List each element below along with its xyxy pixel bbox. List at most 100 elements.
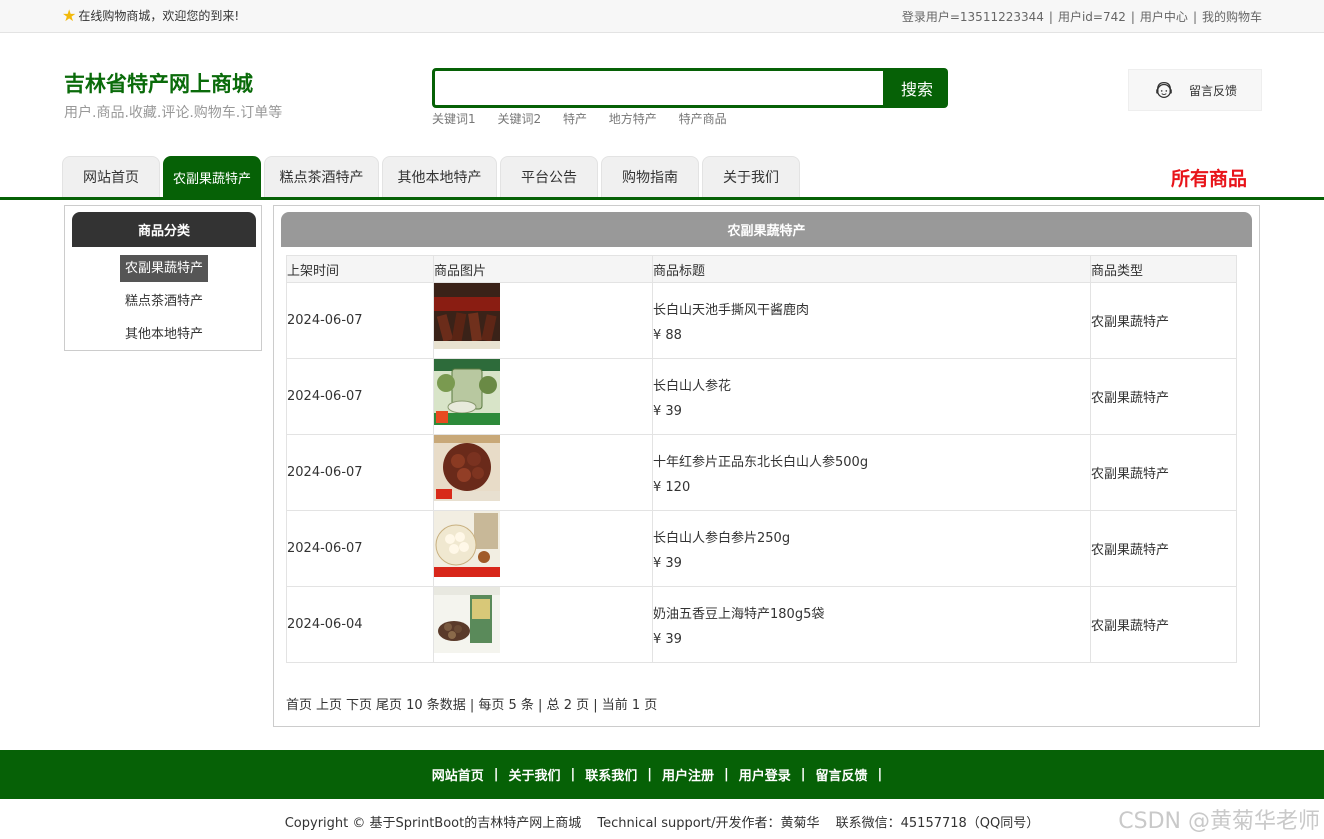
feedback-button[interactable]: 留言反馈 — [1128, 69, 1262, 111]
footer-separator: | — [877, 767, 883, 782]
footer-link-feedback[interactable]: 留言反馈 — [816, 765, 868, 784]
product-table: 上架时间 商品图片 商品标题 商品类型 2024-06-07 长白山天池手撕风干… — [286, 255, 1237, 663]
product-image-cell — [433, 358, 653, 435]
product-type: 农副果蔬特产 — [1090, 282, 1237, 359]
nav-divider — [0, 197, 1324, 200]
first-page-link[interactable]: 首页 — [286, 698, 312, 713]
product-price: ¥ 39 — [653, 555, 682, 571]
column-header: 商品类型 — [1090, 255, 1237, 283]
product-image[interactable] — [434, 587, 500, 653]
product-price: ¥ 120 — [653, 479, 691, 495]
sidebar-item-other-local[interactable]: 其他本地特产 — [65, 323, 263, 342]
keyword-link[interactable]: 关键词2 — [497, 112, 541, 126]
product-image-cell — [433, 510, 653, 587]
keyword-link[interactable]: 特产商品 — [679, 112, 727, 126]
row-date: 2024-06-07 — [286, 434, 434, 511]
table-row: 2024-06-07 长白山天池手撕风干酱鹿肉 ¥ 88 农副果蔬特产 — [286, 282, 1237, 359]
search-button[interactable]: 搜索 — [886, 68, 948, 108]
row-date: 2024-06-07 — [286, 358, 434, 435]
column-header: 商品标题 — [652, 255, 1091, 283]
product-title[interactable]: 长白山人参白参片250g — [653, 527, 1090, 546]
product-info-cell: 十年红参片正品东北长白山人参500g ¥ 120 — [652, 434, 1091, 511]
tab-agri-produce[interactable]: 农副果蔬特产 — [163, 156, 261, 197]
product-image[interactable] — [434, 283, 500, 349]
tab-other-local[interactable]: 其他本地特产 — [382, 156, 497, 197]
product-image[interactable] — [434, 511, 500, 577]
product-info-cell: 长白山天池手撕风干酱鹿肉 ¥ 88 — [652, 282, 1091, 359]
product-type: 农副果蔬特产 — [1090, 358, 1237, 435]
separator: | — [1130, 10, 1135, 24]
product-title[interactable]: 十年红参片正品东北长白山人参500g — [653, 451, 1090, 470]
row-date: 2024-06-04 — [286, 586, 434, 663]
keyword-link[interactable]: 地方特产 — [609, 112, 657, 126]
product-title[interactable]: 长白山人参花 — [653, 375, 1090, 394]
keyword-link[interactable]: 关键词1 — [432, 112, 476, 126]
row-date: 2024-06-07 — [286, 510, 434, 587]
site-subtitle: 用户.商品.收藏.评论.购物车.订单等 — [64, 105, 283, 121]
tab-pastry-tea-wine[interactable]: 糕点茶酒特产 — [264, 156, 379, 197]
search-input[interactable] — [432, 68, 886, 108]
star-icon: ★ — [62, 5, 77, 25]
product-panel: 农副果蔬特产 上架时间 商品图片 商品标题 商品类型 2024-06-07 长白… — [273, 205, 1260, 727]
search-bar: 搜索 — [432, 68, 948, 108]
row-date: 2024-06-07 — [286, 282, 434, 359]
main-nav: 网站首页 农副果蔬特产 糕点茶酒特产 其他本地特产 平台公告 购物指南 关于我们 — [62, 156, 803, 197]
column-header: 商品图片 — [433, 255, 653, 283]
last-page-link[interactable]: 尾页 — [376, 698, 402, 713]
footer-separator: | — [724, 767, 729, 782]
user-center-link[interactable]: 用户中心 — [1140, 10, 1188, 24]
footer-separator: | — [493, 767, 499, 782]
customer-service-icon — [1156, 82, 1172, 98]
product-type: 农副果蔬特产 — [1090, 434, 1237, 511]
footer-link-contact[interactable]: 联系我们 — [585, 765, 637, 784]
prev-page-link[interactable]: 上页 — [316, 698, 342, 713]
product-price: ¥ 88 — [653, 327, 682, 343]
site-brand: 吉林省特产网上商城 用户.商品.收藏.评论.购物车.订单等 — [64, 68, 282, 122]
product-image-cell — [433, 282, 653, 359]
footer-link-register[interactable]: 用户注册 — [662, 765, 714, 784]
sidebar-item-label: 农副果蔬特产 — [119, 255, 208, 282]
login-user-link[interactable]: 登录用户=13511223344 — [902, 10, 1044, 24]
product-title[interactable]: 奶油五香豆上海特产180g5袋 — [653, 603, 1090, 622]
footer-link-about[interactable]: 关于我们 — [508, 765, 560, 784]
product-image[interactable] — [434, 359, 500, 425]
site-title[interactable]: 吉林省特产网上商城 — [64, 68, 282, 98]
table-header-row: 上架时间 商品图片 商品标题 商品类型 — [286, 255, 1237, 283]
separator: | — [1048, 10, 1053, 24]
product-price: ¥ 39 — [653, 631, 682, 647]
search-keywords: 关键词1 关键词2 特产 地方特产 特产商品 — [432, 110, 745, 127]
tab-about[interactable]: 关于我们 — [702, 156, 800, 197]
watermark: CSDN @黄菊华老师 — [1118, 809, 1320, 834]
product-image-cell — [433, 586, 653, 663]
product-price: ¥ 39 — [653, 403, 682, 419]
product-info-cell: 长白山人参花 ¥ 39 — [652, 358, 1091, 435]
welcome-message: ★ 在线购物商城，欢迎您的到来! — [62, 7, 239, 24]
next-page-link[interactable]: 下页 — [346, 698, 372, 713]
table-row: 2024-06-04 奶油五香豆上海特产180g5袋 ¥ 39 农副果蔬特产 — [286, 586, 1237, 663]
product-type: 农副果蔬特产 — [1090, 586, 1237, 663]
tab-announcements[interactable]: 平台公告 — [500, 156, 598, 197]
sidebar-item-pastry-tea-wine[interactable]: 糕点茶酒特产 — [65, 290, 263, 309]
user-links: 登录用户=13511223344 | 用户id=742 | 用户中心 | 我的购物车 — [902, 8, 1262, 25]
product-title[interactable]: 长白山天池手撕风干酱鹿肉 — [653, 299, 1090, 318]
product-image[interactable] — [434, 435, 500, 501]
pagination: 首页 上页 下页 尾页 10 条数据 | 每页 5 条 | 总 2 页 | 当前 1 页 — [286, 694, 657, 713]
user-id-link[interactable]: 用户id=742 — [1058, 10, 1126, 24]
footer-link-login[interactable]: 用户登录 — [739, 765, 791, 784]
tab-home[interactable]: 网站首页 — [62, 156, 160, 197]
sidebar-item-agri-produce[interactable]: 农副果蔬特产 — [65, 255, 263, 282]
welcome-text: 在线购物商城，欢迎您的到来! — [78, 9, 240, 23]
contact-text: 联系微信：45157718（QQ同号） — [835, 816, 1040, 831]
sidebar-item-label: 糕点茶酒特产 — [124, 294, 203, 309]
keyword-link[interactable]: 特产 — [563, 112, 587, 126]
tab-shopping-guide[interactable]: 购物指南 — [601, 156, 699, 197]
table-row: 2024-06-07 长白山人参白参片250g ¥ 39 农副果蔬特产 — [286, 510, 1237, 587]
feedback-label: 留言反馈 — [1189, 83, 1238, 98]
cart-link[interactable]: 我的购物车 — [1202, 10, 1262, 24]
support-text: Technical support/开发作者：黄菊华 — [597, 816, 820, 831]
footer-link-home[interactable]: 网站首页 — [432, 765, 484, 784]
all-goods-link[interactable]: 所有商品 — [1171, 164, 1247, 191]
pagination-summary: 10 条数据 | 每页 5 条 | 总 2 页 | 当前 1 页 — [406, 698, 658, 713]
sidebar-title: 商品分类 — [72, 212, 256, 247]
panel-title: 农副果蔬特产 — [281, 212, 1252, 247]
